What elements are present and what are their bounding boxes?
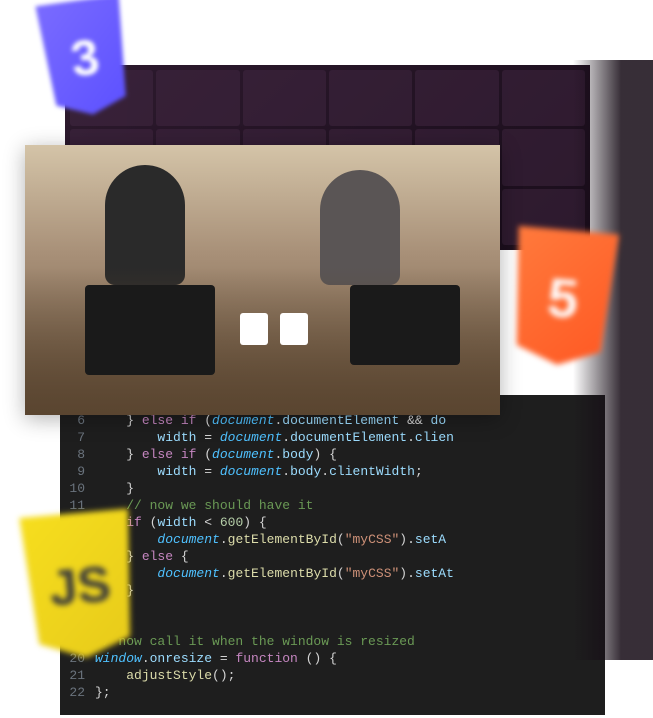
js-logo-icon: JS — [9, 508, 151, 664]
workspace-photo — [25, 145, 500, 415]
code-content: document.getElementById("myCSS").setA — [95, 531, 446, 548]
videocall-tile — [156, 70, 239, 126]
code-content: } — [95, 480, 134, 497]
mug-illustration — [280, 313, 308, 345]
code-content: adjustStyle(); — [95, 667, 235, 684]
code-content: width = document.documentElement.clien — [95, 429, 454, 446]
code-content: document.getElementById("myCSS").setAt — [95, 565, 454, 582]
html5-logo-icon: 5 — [497, 225, 628, 370]
videocall-tile — [502, 129, 585, 185]
videocall-tile — [502, 70, 585, 126]
css3-logo-icon: 3 — [27, 0, 142, 121]
code-content: } else if (document.body) { — [95, 446, 337, 463]
js-logo-text: JS — [47, 554, 113, 617]
code-line: 10 } — [60, 480, 605, 497]
line-number: 22 — [60, 684, 95, 701]
laptop-illustration — [85, 285, 215, 375]
line-number: 8 — [60, 446, 95, 463]
line-number: 7 — [60, 429, 95, 446]
videocall-tile — [415, 70, 498, 126]
videocall-tile — [329, 70, 412, 126]
code-line: 21 adjustStyle(); — [60, 667, 605, 684]
code-content: width = document.body.clientWidth; — [95, 463, 423, 480]
line-number: 10 — [60, 480, 95, 497]
mug-illustration — [240, 313, 268, 345]
code-line: 12 if (width < 600) { — [60, 514, 605, 531]
videocall-tile — [243, 70, 326, 126]
code-content: }; — [95, 684, 111, 701]
code-line: 22}; — [60, 684, 605, 701]
html5-logo-text: 5 — [545, 264, 581, 330]
line-number: 21 — [60, 667, 95, 684]
code-line: 8 } else if (document.body) { — [60, 446, 605, 463]
code-line: 11 // now we should have it — [60, 497, 605, 514]
code-line: 9 width = document.body.clientWidth; — [60, 463, 605, 480]
laptop-illustration — [350, 285, 460, 365]
line-number: 9 — [60, 463, 95, 480]
css3-logo-text: 3 — [67, 27, 103, 88]
code-line: 7 width = document.documentElement.clien — [60, 429, 605, 446]
